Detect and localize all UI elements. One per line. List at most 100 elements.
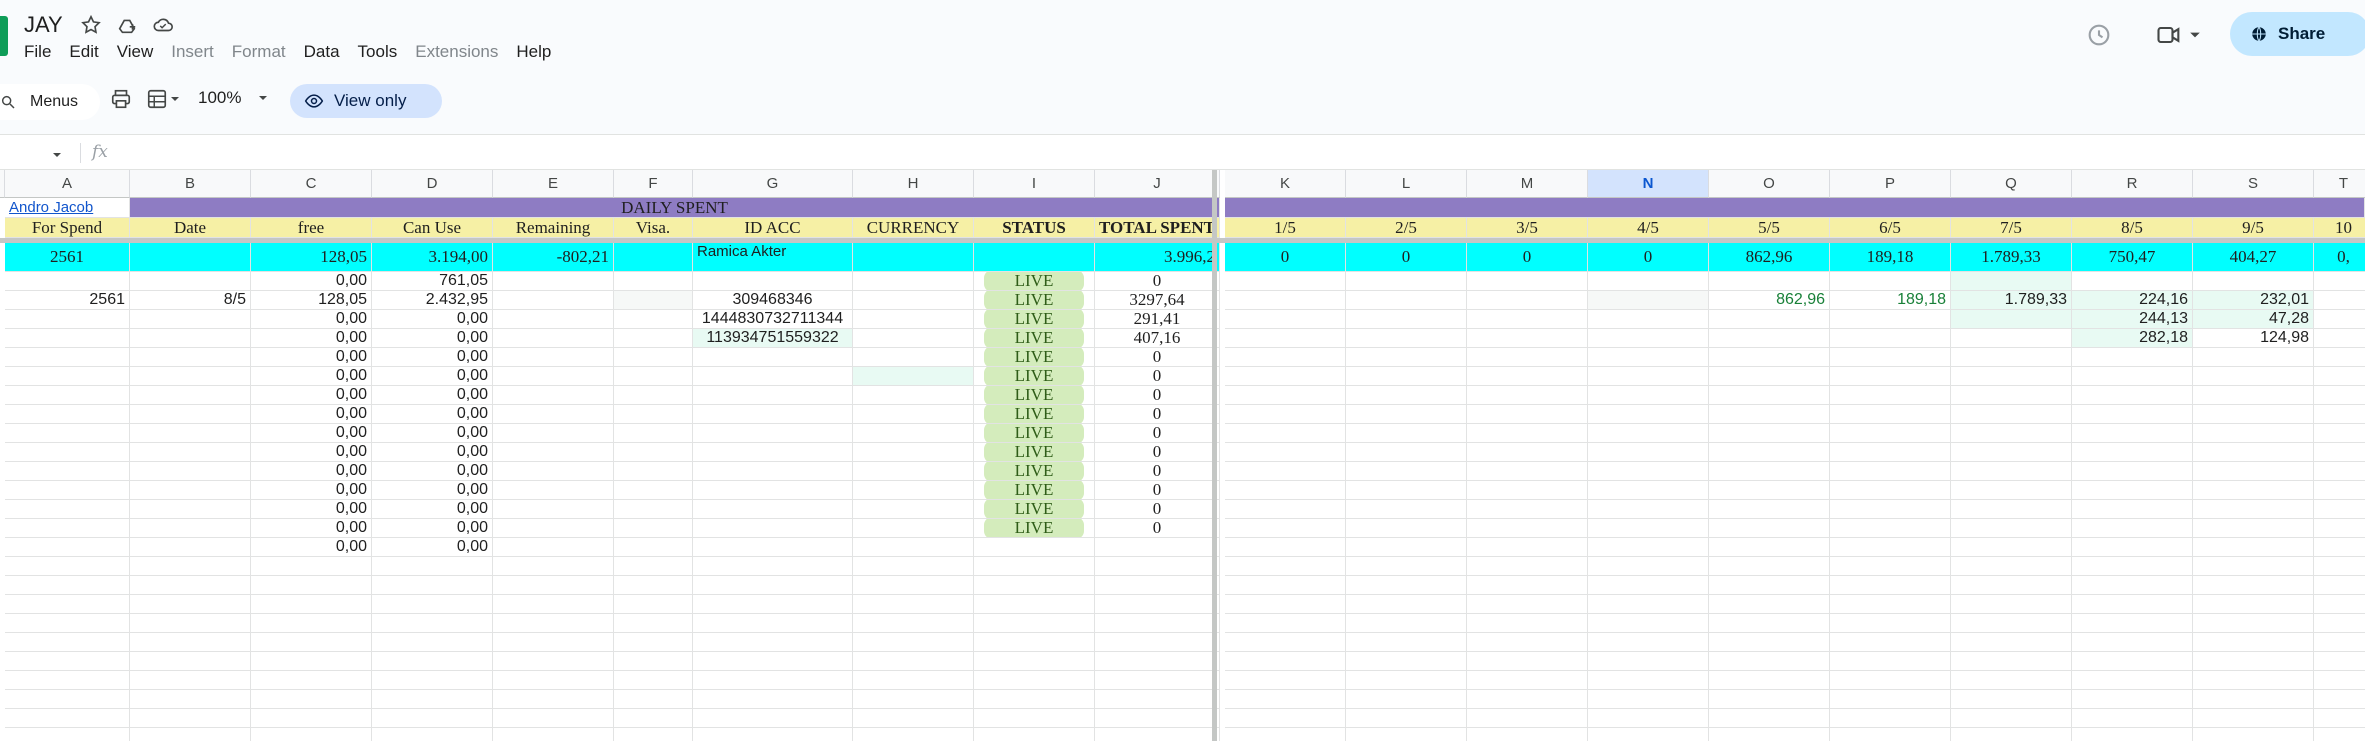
cell-n[interactable]: [1588, 348, 1709, 367]
cell-f[interactable]: [614, 728, 693, 741]
cell-total-spent[interactable]: [1095, 538, 1220, 557]
cell-l[interactable]: [1346, 728, 1467, 741]
cell-o[interactable]: [1709, 443, 1830, 462]
cell-i[interactable]: [974, 709, 1095, 728]
cell-r[interactable]: [2072, 424, 2193, 443]
cell-f[interactable]: [614, 386, 693, 405]
cell-m[interactable]: [1467, 576, 1588, 595]
cell-t[interactable]: [2314, 291, 2365, 310]
cell-j[interactable]: [1095, 595, 1220, 614]
frozen-column-divider[interactable]: [1212, 170, 1217, 741]
cell-c[interactable]: 0,00: [251, 367, 372, 386]
cell-k[interactable]: [1225, 671, 1346, 690]
cell-d[interactable]: 0,00: [372, 462, 493, 481]
cell-r[interactable]: [2072, 652, 2193, 671]
cell-m[interactable]: [1467, 443, 1588, 462]
cell-e[interactable]: [493, 500, 614, 519]
cell-m[interactable]: [1467, 595, 1588, 614]
cell-h[interactable]: [853, 557, 974, 576]
cell-f[interactable]: [614, 443, 693, 462]
cell-p[interactable]: [1830, 671, 1951, 690]
column-header-n[interactable]: N: [1588, 170, 1709, 198]
cell-k[interactable]: [1225, 595, 1346, 614]
daily-spent-banner[interactable]: DAILY SPENT: [130, 198, 1220, 218]
summary-daily-p[interactable]: 189,18: [1830, 243, 1951, 272]
cell-g[interactable]: [693, 595, 853, 614]
cell-o[interactable]: [1709, 500, 1830, 519]
cell-id-acc[interactable]: 309468346: [693, 291, 853, 310]
cell-c[interactable]: 0,00: [251, 310, 372, 329]
header-d[interactable]: Can Use: [372, 218, 493, 238]
menu-help[interactable]: Help: [516, 40, 569, 64]
cell-c[interactable]: 0,00: [251, 386, 372, 405]
cell-status[interactable]: [974, 538, 1095, 557]
cell-s[interactable]: [2193, 272, 2314, 291]
column-header-l[interactable]: L: [1346, 170, 1467, 198]
cell-k[interactable]: [1225, 728, 1346, 741]
cell-n[interactable]: [1588, 709, 1709, 728]
cell-l[interactable]: [1346, 614, 1467, 633]
cell-n[interactable]: [1588, 576, 1709, 595]
header-m[interactable]: 3/5: [1467, 218, 1588, 238]
cell-h[interactable]: [853, 595, 974, 614]
cell-p[interactable]: [1830, 595, 1951, 614]
column-header-e[interactable]: E: [493, 170, 614, 198]
cell-c[interactable]: 0,00: [251, 405, 372, 424]
cell-h[interactable]: [853, 652, 974, 671]
cell-e[interactable]: [493, 272, 614, 291]
cell-l[interactable]: [1346, 633, 1467, 652]
cell-e[interactable]: [493, 519, 614, 538]
cell-d[interactable]: 0,00: [372, 481, 493, 500]
cell-p[interactable]: [1830, 310, 1951, 329]
cell-f[interactable]: [614, 367, 693, 386]
cell-s[interactable]: [2193, 348, 2314, 367]
cell-d[interactable]: [372, 690, 493, 709]
cell-a[interactable]: [5, 595, 130, 614]
cell-s[interactable]: [2193, 367, 2314, 386]
header-l[interactable]: 2/5: [1346, 218, 1467, 238]
cell-e[interactable]: [493, 310, 614, 329]
cell-n[interactable]: [1588, 728, 1709, 741]
cell-m[interactable]: [1467, 367, 1588, 386]
cell-n[interactable]: [1588, 595, 1709, 614]
cell-s[interactable]: [2193, 538, 2314, 557]
cloud-status-icon[interactable]: [152, 14, 174, 41]
cell-o[interactable]: [1709, 386, 1830, 405]
cell-k[interactable]: [1225, 576, 1346, 595]
summary-j[interactable]: 3.996,2: [1095, 243, 1220, 272]
cell-r[interactable]: 244,13: [2072, 310, 2193, 329]
cell-b[interactable]: 8/5: [130, 291, 251, 310]
cell-q[interactable]: [1951, 595, 2072, 614]
cell-e[interactable]: [493, 462, 614, 481]
cell-b[interactable]: [130, 557, 251, 576]
header-j[interactable]: TOTAL SPENT: [1095, 218, 1220, 238]
cell-d[interactable]: [372, 671, 493, 690]
cell-g[interactable]: [693, 728, 853, 741]
header-f[interactable]: Visa.: [614, 218, 693, 238]
cell-e[interactable]: [493, 671, 614, 690]
cell-e[interactable]: [493, 690, 614, 709]
cell-a[interactable]: [5, 329, 130, 348]
cell-b[interactable]: [130, 310, 251, 329]
cell-p[interactable]: [1830, 481, 1951, 500]
cell-k[interactable]: [1225, 614, 1346, 633]
cell-l[interactable]: [1346, 443, 1467, 462]
cell-q[interactable]: [1951, 386, 2072, 405]
share-button[interactable]: Share: [2230, 12, 2365, 56]
cell-h[interactable]: [853, 405, 974, 424]
cell-s[interactable]: [2193, 386, 2314, 405]
cell-g[interactable]: [693, 557, 853, 576]
cell-c[interactable]: 0,00: [251, 329, 372, 348]
cell-k[interactable]: [1225, 443, 1346, 462]
cell-total-spent[interactable]: 0: [1095, 481, 1220, 500]
cell-g[interactable]: [693, 633, 853, 652]
cell-total-spent[interactable]: 0: [1095, 348, 1220, 367]
cell-total-spent[interactable]: 0: [1095, 462, 1220, 481]
cell-m[interactable]: [1467, 557, 1588, 576]
cell-i[interactable]: [974, 671, 1095, 690]
cell-a[interactable]: [5, 576, 130, 595]
cell-a[interactable]: [5, 500, 130, 519]
summary-g[interactable]: Ramica Akter: [693, 243, 853, 272]
cell-d[interactable]: 0,00: [372, 386, 493, 405]
cell-d[interactable]: 0,00: [372, 538, 493, 557]
